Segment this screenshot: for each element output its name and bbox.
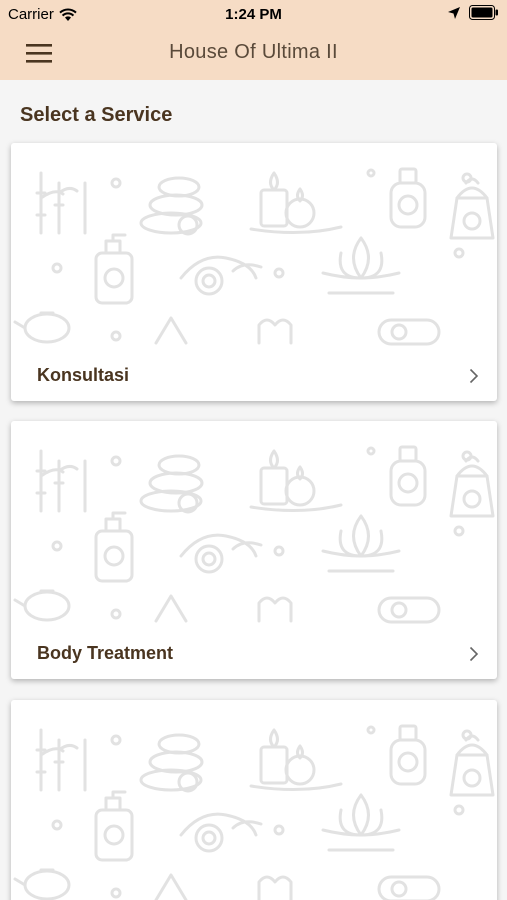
status-time: 1:24 PM: [225, 6, 282, 23]
service-card-third[interactable]: [11, 700, 497, 900]
chevron-right-icon: [469, 368, 479, 384]
status-right-icons: [447, 5, 499, 20]
spa-pattern-image: [13, 724, 495, 900]
spa-pattern-image: [13, 445, 495, 624]
service-card-konsultasi[interactable]: Konsultasi: [11, 143, 497, 401]
app-title: House Of Ultima II: [169, 41, 338, 63]
section-title: Select a Service: [20, 104, 173, 126]
status-bar: Carrier 1:24 PM: [0, 0, 507, 28]
service-card-label: Body Treatment: [37, 643, 174, 663]
chevron-right-icon: [469, 646, 479, 662]
service-card-body-treatment[interactable]: Body Treatment: [11, 421, 497, 679]
navigation-bar: House Of Ultima II: [0, 28, 507, 80]
app-header: Carrier 1:24 PM House Of Ultima II: [0, 0, 507, 80]
spa-pattern-image: [13, 167, 495, 346]
location-arrow-icon: [448, 6, 460, 19]
service-card-label: Konsultasi: [37, 365, 130, 385]
battery-icon: [469, 5, 498, 20]
